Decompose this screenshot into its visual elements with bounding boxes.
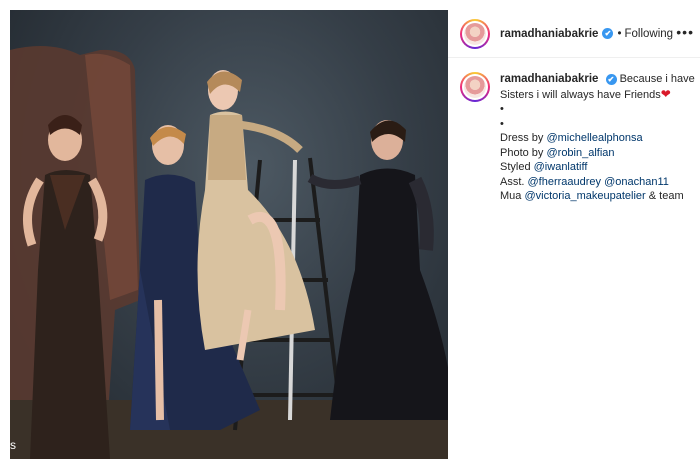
photo-illustration <box>10 46 448 459</box>
heart-icon: ❤ <box>660 86 671 101</box>
credit-styled: Styled @iwanlatiff <box>500 160 692 175</box>
photo-corner-mark: s <box>10 438 16 452</box>
credit-photo-label: Photo by <box>500 146 547 159</box>
caption-body: ramadhaniabakrie ✔ Because i have Sister… <box>500 72 695 204</box>
caption-bullet-2: • <box>500 117 504 130</box>
username-link[interactable]: ramadhaniabakrie <box>500 28 598 40</box>
avatar-image <box>464 22 486 45</box>
post-side-panel: ramadhaniabakrie ✔ • Following ••• ramad… <box>448 10 700 459</box>
caption-username-link[interactable]: ramadhaniabakrie <box>500 73 598 85</box>
more-options-icon[interactable]: ••• <box>676 24 694 40</box>
credit-styled-label: Styled <box>500 161 534 173</box>
credit-dress: Dress by @michellealphonsa <box>500 131 692 146</box>
caption-avatar[interactable] <box>460 72 490 102</box>
verified-badge-icon: ✔ <box>602 28 614 39</box>
credit-mua: Mua @victoria_makeupatelier & team <box>500 189 692 204</box>
caption: ramadhaniabakrie ✔ Because i have Sister… <box>460 72 696 204</box>
model-4 <box>307 120 448 420</box>
post-photo[interactable]: s <box>10 10 448 459</box>
caption-verified-badge-icon: ✔ <box>605 74 617 85</box>
avatar[interactable] <box>460 18 490 49</box>
credit-photo: Photo by @robin_alfian <box>500 146 692 161</box>
caption-avatar-image <box>464 76 486 98</box>
caption-text-2: Sisters i will always have Friends <box>500 88 661 101</box>
credit-dress-label: Dress by <box>500 132 547 144</box>
post-header: ramadhaniabakrie ✔ • Following ••• <box>448 10 700 58</box>
model-3 <box>197 70 315 361</box>
header-text: ramadhaniabakrie ✔ • Following <box>500 28 673 40</box>
caption-bullet-1: • <box>500 103 504 115</box>
mention-styled[interactable]: @iwanlatiff <box>534 161 588 173</box>
caption-line-1: ramadhaniabakrie ✔ Because i have <box>500 72 695 87</box>
following-button[interactable]: Following <box>624 28 673 40</box>
caption-line-2: Sisters i will always have Friends❤ <box>500 87 692 103</box>
credit-asst-label: Asst. <box>500 175 528 188</box>
instagram-post: s ramadhaniabakrie ✔ • Following ••• ram… <box>0 0 700 469</box>
mention-dress[interactable]: @michellealphonsa <box>546 132 642 144</box>
credit-mua-label: Mua <box>500 190 525 202</box>
credit-asst: Asst. @fherraaudrey @onachan11 <box>500 175 692 190</box>
caption-text-1: Because i have <box>619 73 695 85</box>
mention-photo[interactable]: @robin_alfian <box>546 147 614 159</box>
mention-asst-1[interactable]: @fherraaudrey <box>528 176 602 188</box>
separator-dot: • <box>617 27 622 40</box>
credit-mua-suffix: & team <box>645 190 684 202</box>
mention-asst-2[interactable]: @onachan11 <box>604 176 669 188</box>
mention-mua[interactable]: @victoria_makeupatelier <box>524 190 645 202</box>
